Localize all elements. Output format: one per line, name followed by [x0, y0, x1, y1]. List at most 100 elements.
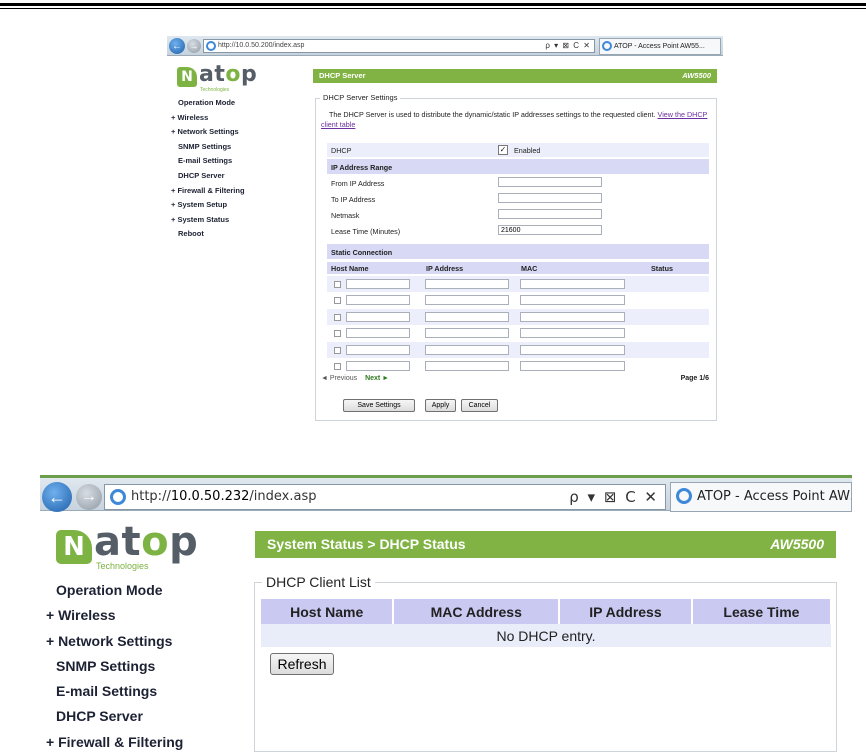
address-tools-icon[interactable]: ρ ▾ ⊠ C ✕: [545, 40, 591, 52]
host-name-input[interactable]: [346, 295, 410, 306]
ip-address-input[interactable]: [425, 279, 509, 289]
dhcp-enabled-label: Enabled: [514, 146, 541, 155]
host-name-input[interactable]: [346, 328, 410, 339]
section-title: DHCP Server Settings: [320, 93, 401, 102]
top-rule: [0, 3, 866, 6]
logo-subtitle: Technologies: [96, 561, 149, 571]
page-title: System Status > DHCP Status: [267, 536, 466, 552]
top-rule-thin: [0, 8, 866, 9]
menu-item-firewall-filtering[interactable]: + Firewall & Filtering: [171, 184, 311, 199]
menu-item-reboot[interactable]: Reboot: [171, 227, 311, 242]
dhcp-enabled-checkbox[interactable]: ✓: [498, 145, 508, 155]
row-checkbox[interactable]: [334, 346, 341, 354]
static-row: [327, 292, 709, 308]
menu-item-operation-mode[interactable]: Operation Mode: [171, 96, 311, 111]
ip-address-input[interactable]: [425, 311, 509, 322]
menu-item-wireless[interactable]: + Wireless: [46, 603, 246, 628]
lease-time-input[interactable]: [498, 225, 602, 235]
row-checkbox[interactable]: [334, 281, 341, 288]
menu-item-wireless[interactable]: + Wireless: [171, 111, 311, 126]
menu-item-network-settings[interactable]: + Network Settings: [171, 125, 311, 140]
ip-address-input[interactable]: [425, 328, 509, 339]
menu-item-snmp-settings[interactable]: SNMP Settings: [171, 140, 311, 155]
browser-toolbar: ← → http://10.0.50.200/index.asp ρ ▾ ⊠ C…: [167, 36, 723, 56]
mac-input[interactable]: [520, 328, 625, 339]
url-host: 10.0.50.232: [170, 489, 250, 504]
cancel-button[interactable]: Cancel: [461, 399, 498, 412]
to-ip-input[interactable]: [498, 193, 602, 203]
address-bar[interactable]: http://10.0.50.232/index.asp ρ ▾ ⊠ C ✕: [104, 484, 666, 510]
col-mac-address: MAC Address: [393, 599, 561, 624]
dhcp-row: DHCP ✓ Enabled: [327, 143, 709, 157]
menu-item-email-settings[interactable]: E-mail Settings: [46, 679, 246, 704]
lease-time-label: Lease Time (Minutes): [331, 227, 401, 236]
lease-time-row: Lease Time (Minutes): [327, 223, 709, 239]
forward-button[interactable]: →: [76, 484, 102, 510]
from-ip-input[interactable]: [498, 177, 602, 187]
back-button[interactable]: ←: [169, 38, 185, 54]
address-bar[interactable]: http://10.0.50.200/index.asp ρ ▾ ⊠ C ✕: [203, 39, 595, 53]
logo-subtitle: Technologies: [200, 87, 230, 93]
row-checkbox[interactable]: [334, 330, 341, 338]
col-ip-address: IP Address: [559, 599, 693, 624]
menu-item-email-settings[interactable]: E-mail Settings: [171, 154, 311, 169]
netmask-row: Netmask: [327, 207, 709, 223]
host-name-input[interactable]: [346, 279, 410, 289]
static-table-header: Host Name IP Address MAC Status: [327, 262, 709, 274]
ie-icon: [676, 488, 692, 504]
refresh-button[interactable]: Refresh: [270, 653, 334, 675]
col-ip-address: IP Address: [426, 264, 464, 273]
host-name-input[interactable]: [346, 361, 410, 371]
browser-tab[interactable]: ATOP - Access Point AW55...: [670, 482, 852, 512]
menu-item-network-settings[interactable]: + Network Settings: [46, 629, 246, 654]
menu-item-dhcp-server[interactable]: DHCP Server: [46, 704, 246, 729]
apply-button[interactable]: Apply: [425, 399, 456, 412]
mac-input[interactable]: [520, 295, 625, 306]
next-link[interactable]: Next ►: [365, 375, 389, 382]
description: The DHCP Server is used to distribute th…: [321, 110, 708, 129]
netmask-input[interactable]: [498, 209, 602, 219]
atop-logo: N atop Technologies: [177, 62, 277, 93]
mac-input[interactable]: [520, 311, 625, 322]
menu-item-system-status[interactable]: + System Status: [171, 213, 311, 228]
model-name: AW5500: [682, 71, 711, 80]
menu-item-system-setup[interactable]: + System Setup: [171, 198, 311, 213]
ip-range-header: IP Address Range: [327, 159, 709, 174]
dhcp-status-screenshot: ← → http://10.0.50.232/index.asp ρ ▾ ⊠ C…: [40, 475, 866, 752]
ip-address-input[interactable]: [425, 295, 509, 306]
url-path: /index.asp: [272, 42, 305, 49]
menu-item-operation-mode[interactable]: Operation Mode: [46, 578, 246, 603]
table-row: No DHCP entry.: [261, 624, 831, 647]
host-name-input[interactable]: [346, 311, 410, 322]
menu-item-snmp-settings[interactable]: SNMP Settings: [46, 654, 246, 679]
ip-address-input[interactable]: [425, 361, 509, 371]
forward-button[interactable]: →: [187, 39, 201, 53]
menu-item-dhcp-server[interactable]: DHCP Server: [171, 169, 311, 184]
model-name: AW5500: [770, 536, 824, 552]
mac-input[interactable]: [520, 361, 625, 371]
save-settings-button[interactable]: Save Settings: [343, 399, 415, 412]
browser-tab[interactable]: ATOP - Access Point AW55...: [599, 38, 721, 55]
row-checkbox[interactable]: [334, 363, 341, 370]
to-ip-label: To IP Address: [331, 195, 376, 204]
ip-address-input[interactable]: [425, 344, 509, 355]
previous-link[interactable]: ◄ Previous: [321, 375, 357, 382]
menu-item-firewall-filtering[interactable]: + Firewall & Filtering: [46, 730, 246, 755]
static-row: [327, 308, 709, 326]
dhcp-label: DHCP: [331, 146, 352, 155]
col-lease-time: Lease Time: [691, 599, 833, 624]
dhcp-client-table: Host Name MAC Address IP Address Lease T…: [261, 599, 833, 647]
dhcp-server-screenshot: ← → http://10.0.50.200/index.asp ρ ▾ ⊠ C…: [167, 36, 723, 424]
back-button[interactable]: ←: [42, 482, 72, 512]
address-tools-icon[interactable]: ρ ▾ ⊠ C ✕: [569, 485, 659, 509]
logo-mark: N: [177, 67, 197, 87]
mac-input[interactable]: [520, 344, 625, 355]
host-name-input[interactable]: [346, 344, 410, 355]
url-path: /index.asp: [249, 489, 317, 504]
mac-input[interactable]: [520, 279, 625, 289]
col-status: Status: [651, 264, 673, 273]
row-checkbox[interactable]: [334, 297, 341, 305]
row-checkbox[interactable]: [334, 313, 341, 321]
sidebar-menu: Operation Mode + Wireless + Network Sett…: [46, 578, 246, 755]
static-row: [327, 341, 709, 358]
